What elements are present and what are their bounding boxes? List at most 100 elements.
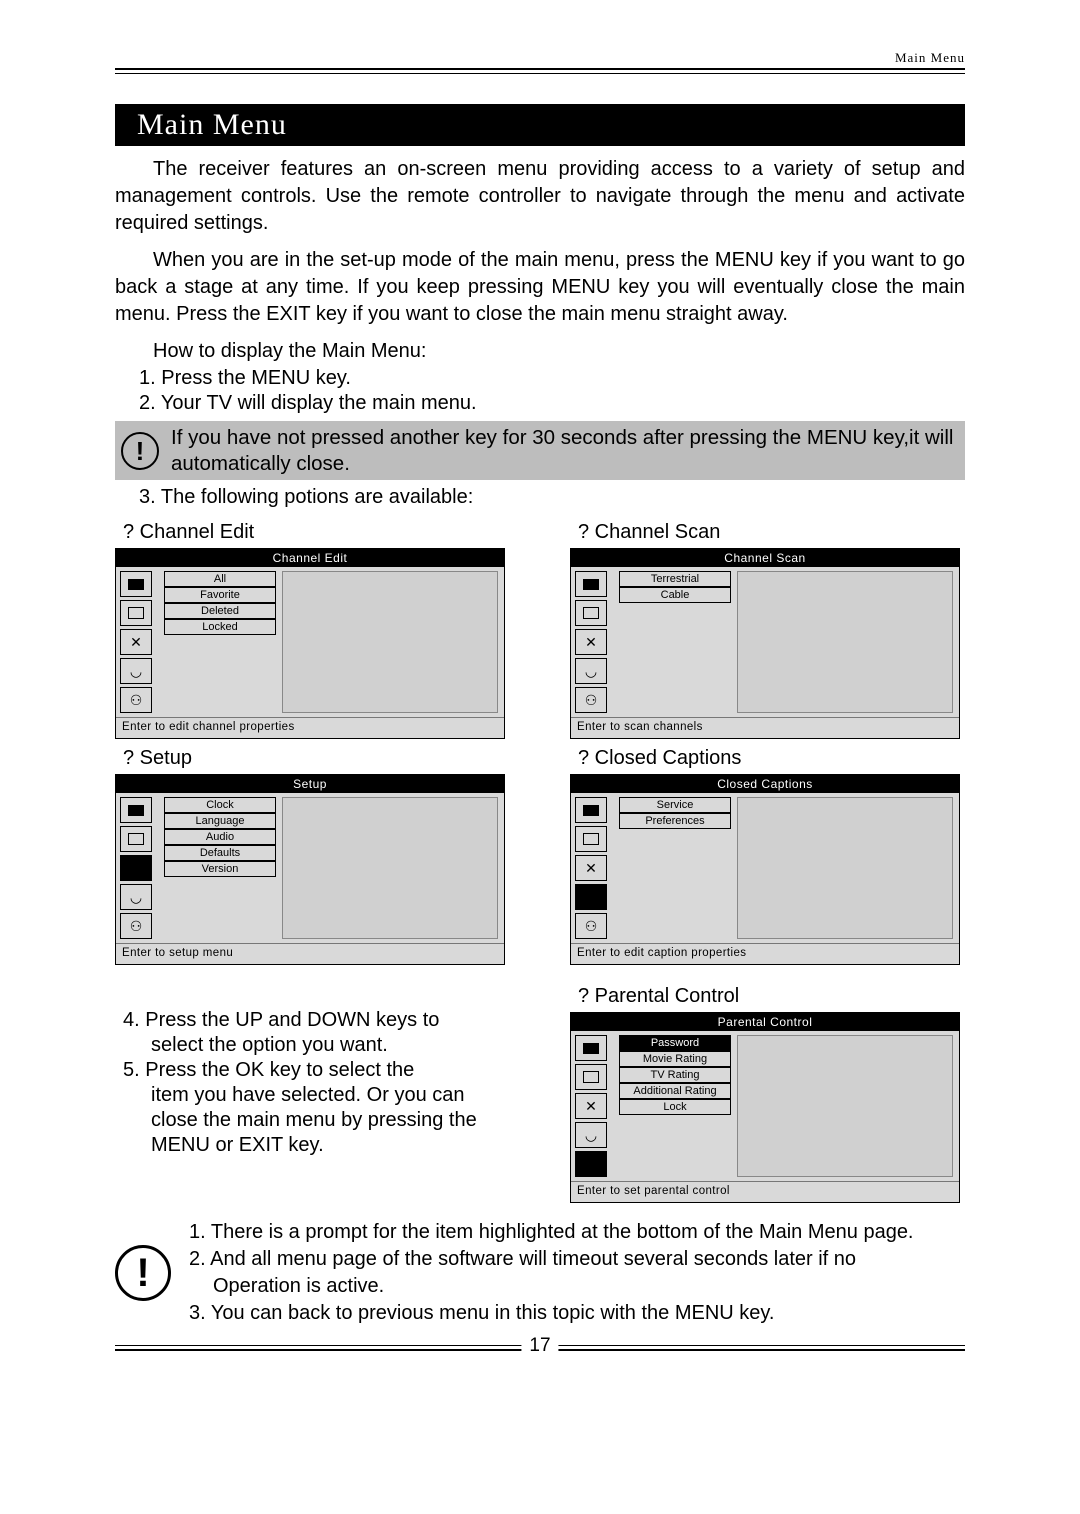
lower-row: 4. Press the UP and DOWN keys to select … xyxy=(115,979,965,1203)
header-rule-wrap: Main Menu xyxy=(115,68,965,74)
opt: TV Rating xyxy=(619,1067,731,1083)
opt: Deleted xyxy=(164,603,276,619)
tv-icon xyxy=(120,571,152,597)
menu-footer: Enter to set parental control xyxy=(571,1182,959,1202)
menu-icon-strip: ✕ ⚇ xyxy=(571,793,619,943)
step-2: 2. Your TV will display the main menu. xyxy=(139,392,965,415)
step-5-line-1: 5. Press the OK key to select the xyxy=(123,1059,510,1082)
header-rule xyxy=(115,68,965,74)
page-number: 17 xyxy=(521,1335,558,1357)
menu-preview xyxy=(282,571,498,713)
lock-icon: ⚇ xyxy=(575,913,607,939)
opt: Locked xyxy=(164,619,276,635)
menu-body: ✕ ◡ Password Movie Rating TV Rating Addi… xyxy=(571,1031,959,1182)
menu-icon-strip: ✕ ◡ xyxy=(571,1031,619,1181)
col-closed-captions: ? Closed Captions Closed Captions ✕ ⚇ Se… xyxy=(570,741,965,965)
menu-icon-strip: ✕ ◡ ⚇ xyxy=(571,567,619,717)
col-channel-scan: ? Channel Scan Channel Scan ✕ ◡ ⚇ Terres… xyxy=(570,515,965,739)
page: Main Menu Main Menu The receiver feature… xyxy=(0,0,1080,1514)
label-channel-edit: ? Channel Edit xyxy=(123,521,510,544)
callout-text: If you have not pressed another key for … xyxy=(171,425,959,476)
opt: Preferences xyxy=(619,813,731,829)
lock-icon: ⚇ xyxy=(575,687,607,713)
menu-preview xyxy=(737,571,953,713)
opt: Defaults xyxy=(164,845,276,861)
step-3: 3. The following potions are available: xyxy=(139,486,965,509)
opt: Language xyxy=(164,813,276,829)
menu-options: Clock Language Audio Defaults Version xyxy=(164,793,276,943)
tv-icon xyxy=(120,797,152,823)
menu-options: All Favorite Deleted Locked xyxy=(164,567,276,717)
scan-icon xyxy=(575,826,607,852)
caption-icon: ◡ xyxy=(120,658,152,684)
menu-title: Setup xyxy=(116,775,504,793)
lock-icon: ⚇ xyxy=(120,687,152,713)
opt: Service xyxy=(619,797,731,813)
tv-icon xyxy=(575,1035,607,1061)
menu-title: Channel Edit xyxy=(116,549,504,567)
steps-4-5: 4. Press the UP and DOWN keys to select … xyxy=(115,979,510,1159)
menu-title: Parental Control xyxy=(571,1013,959,1031)
note-2b: Operation is active. xyxy=(213,1273,914,1300)
notes-callout: ! 1. There is a prompt for the item high… xyxy=(115,1219,965,1327)
menu-options: Password Movie Rating TV Rating Addition… xyxy=(619,1031,731,1181)
opt: All xyxy=(164,571,276,587)
tv-icon xyxy=(575,571,607,597)
paragraph-intro-2: When you are in the set-up mode of the m… xyxy=(115,247,965,328)
opt: Additional Rating xyxy=(619,1083,731,1099)
step-1: 1. Press the MENU key. xyxy=(139,367,965,390)
menu-body: ◡ ⚇ Clock Language Audio Defaults Versio… xyxy=(116,793,504,944)
lock-icon: ⚇ xyxy=(120,913,152,939)
menu-preview xyxy=(282,797,498,939)
col-setup: ? Setup Setup ◡ ⚇ Clock Language Audio xyxy=(115,741,510,965)
caption-icon xyxy=(575,884,607,910)
lock-icon xyxy=(575,1151,607,1177)
opt: Movie Rating xyxy=(619,1051,731,1067)
step-5-line-4: MENU or EXIT key. xyxy=(151,1134,510,1157)
menu-footer: Enter to scan channels xyxy=(571,718,959,738)
screenshot-channel-edit: Channel Edit ✕ ◡ ⚇ All Favorite Deleted … xyxy=(115,548,505,739)
opt-selected: Password xyxy=(619,1035,731,1051)
note-2: 2. And all menu page of the software wil… xyxy=(189,1246,914,1273)
footer-rule-wrap: 17 xyxy=(115,1345,965,1351)
label-parental-control: ? Parental Control xyxy=(578,985,965,1008)
menu-row-2: ? Setup Setup ◡ ⚇ Clock Language Audio xyxy=(115,741,965,965)
col-parental-control: ? Parental Control Parental Control ✕ ◡ … xyxy=(570,979,965,1203)
screenshot-setup: Setup ◡ ⚇ Clock Language Audio Defaults xyxy=(115,774,505,965)
menu-footer: Enter to edit caption properties xyxy=(571,944,959,964)
step-5-line-3: close the main menu by pressing the xyxy=(151,1109,510,1132)
col-channel-edit: ? Channel Edit Channel Edit ✕ ◡ ⚇ All Fa… xyxy=(115,515,510,739)
menu-preview xyxy=(737,1035,953,1177)
callout-timeout: ! If you have not pressed another key fo… xyxy=(115,421,965,480)
opt: Favorite xyxy=(164,587,276,603)
opt: Terrestrial xyxy=(619,571,731,587)
menu-preview xyxy=(737,797,953,939)
menu-options: Service Preferences xyxy=(619,793,731,943)
note-1: 1. There is a prompt for the item highli… xyxy=(189,1219,914,1246)
scan-icon xyxy=(575,600,607,626)
menu-body: ✕ ⚇ Service Preferences xyxy=(571,793,959,944)
opt: Clock xyxy=(164,797,276,813)
page-title: Main Menu xyxy=(115,104,965,146)
label-channel-scan: ? Channel Scan xyxy=(578,521,965,544)
warning-icon: ! xyxy=(115,1245,171,1301)
scan-icon xyxy=(120,826,152,852)
menu-row-1: ? Channel Edit Channel Edit ✕ ◡ ⚇ All Fa… xyxy=(115,515,965,739)
menu-options: Terrestrial Cable xyxy=(619,567,731,717)
menu-body: ✕ ◡ ⚇ Terrestrial Cable xyxy=(571,567,959,718)
notes-text: 1. There is a prompt for the item highli… xyxy=(189,1219,914,1327)
tv-icon xyxy=(575,797,607,823)
menu-icon-strip: ◡ ⚇ xyxy=(116,793,164,943)
menu-footer: Enter to setup menu xyxy=(116,944,504,964)
screenshot-channel-scan: Channel Scan ✕ ◡ ⚇ Terrestrial Cable xyxy=(570,548,960,739)
paragraph-intro-1: The receiver features an on-screen menu … xyxy=(115,156,965,237)
tools-icon: ✕ xyxy=(120,629,152,655)
tools-icon xyxy=(120,855,152,881)
menu-icon-strip: ✕ ◡ ⚇ xyxy=(116,567,164,717)
caption-icon: ◡ xyxy=(120,884,152,910)
opt: Version xyxy=(164,861,276,877)
header-section-label: Main Menu xyxy=(895,50,965,66)
step-4-line-1: 4. Press the UP and DOWN keys to xyxy=(123,1009,510,1032)
tools-icon: ✕ xyxy=(575,855,607,881)
step-4-line-2: select the option you want. xyxy=(151,1034,510,1057)
